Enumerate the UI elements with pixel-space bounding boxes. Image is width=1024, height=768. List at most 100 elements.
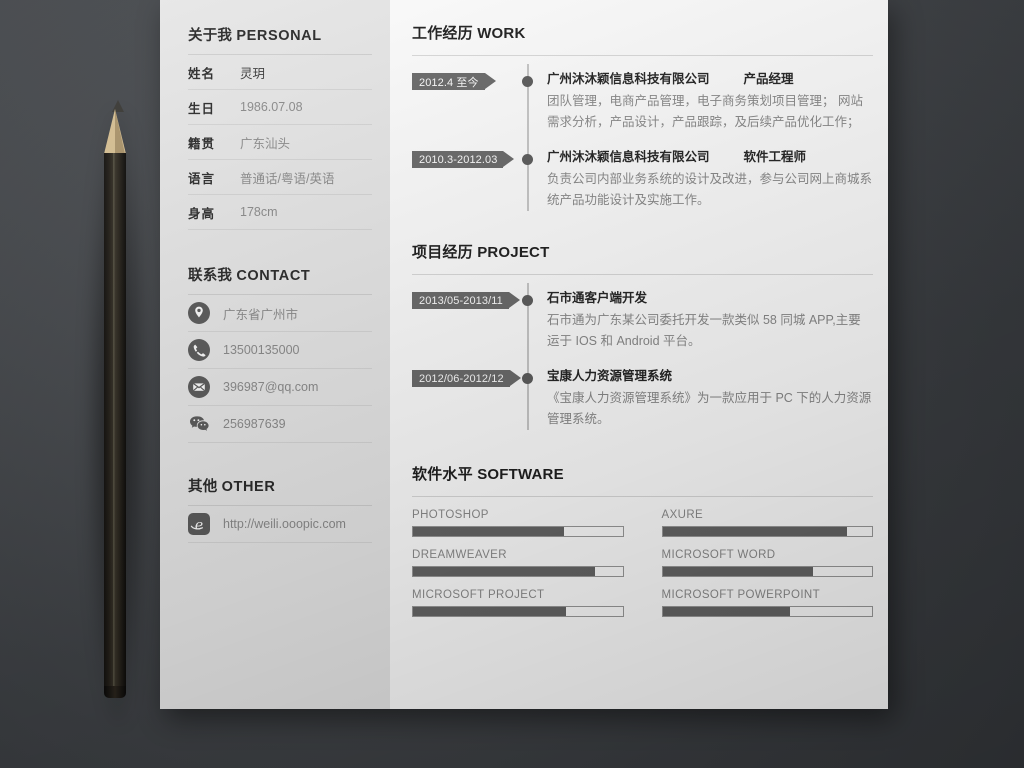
- timeline-organization: 石市通客户端开发: [547, 291, 648, 305]
- timeline-title-row: 广州沐沐颖信息科技有限公司 软件工程师: [547, 149, 873, 166]
- timeline-organization: 宝康人力资源管理系统: [547, 369, 673, 383]
- software-skill-fill: [413, 527, 564, 536]
- contact-info-list: 广东省广州市 13500135000 396987@qq.com 256987639: [188, 295, 372, 443]
- personal-info-row: 生日 1986.07.08: [188, 90, 372, 125]
- contact-section-heading: 联系我 CONTACT: [188, 230, 372, 285]
- personal-section-heading: 关于我 PERSONAL: [188, 0, 372, 45]
- resume-page: 关于我 PERSONAL 姓名 灵玥生日 1986.07.08 籍贯 广东汕头语言 普通话…: [160, 0, 888, 709]
- timeline-date-badge: 2013/05-2013/11: [412, 292, 520, 309]
- pencil-wood-shade: [115, 109, 125, 154]
- timeline-title-row: 广州沐沐颖信息科技有限公司 产品经理: [547, 71, 873, 88]
- contact-row[interactable]: 广东省广州市: [188, 295, 372, 332]
- personal-info-label: 籍贯: [188, 136, 216, 151]
- software-heading-cn: 软件水平: [412, 466, 473, 483]
- software-skill-name: AXURE: [661, 509, 704, 521]
- personal-info-value: 广东汕头: [240, 136, 291, 151]
- work-heading-cn: 工作经历: [412, 25, 473, 42]
- work-timeline: 2012.4 至今 广州沐沐颖信息科技有限公司 产品经理 团队管理，电商产品管理，电子…: [412, 56, 873, 211]
- contact-heading-en: CONTACT: [236, 268, 311, 284]
- software-skill-fill: [413, 567, 596, 576]
- personal-info-label: 语言: [188, 171, 216, 186]
- timeline-dot: [521, 295, 533, 306]
- work-heading-en: WORK: [477, 25, 526, 42]
- timeline-description: 负责公司内部业务系统的设计及改进，参与公司网上商城系统产品功能设计及实施工作。: [547, 172, 873, 207]
- software-skill-name: PHOTOSHOP: [412, 509, 489, 521]
- contact-row[interactable]: 256987639: [188, 406, 372, 443]
- software-skill-name: MICROSOFT PROJECT: [412, 589, 545, 601]
- other-row-value: http://weili.ooopic.com: [223, 517, 346, 531]
- timeline-date-badge: 2012.4 至今: [412, 73, 496, 90]
- personal-info-value: 178cm: [240, 205, 278, 219]
- timeline-role: 软件工程师: [743, 150, 807, 164]
- resume-main-column: 工作经历 WORK 2012.4 至今 广州沐沐颖信息科技有限公司 产品经理 团队管理…: [390, 0, 888, 709]
- project-section-heading: 项目经历 PROJECT: [412, 211, 873, 262]
- contact-row-value: 广东省广州市: [223, 307, 299, 322]
- timeline-description: 石市通为广东某公司委托开发一款类似 58 同城 APP,主要运于 IOS 和 A…: [547, 313, 861, 348]
- project-entry: 2012/06-2012/12 宝康人力资源管理系统《宝康人力资源管理系统》为一款…: [412, 368, 873, 430]
- contact-heading-cn: 联系我: [188, 268, 233, 284]
- personal-info-label: 身高: [188, 206, 216, 221]
- contact-row-value: 256987639: [223, 417, 286, 431]
- software-skill-bar: [412, 526, 624, 537]
- personal-info-value: 1986.07.08: [240, 100, 303, 114]
- resume-sidebar: 关于我 PERSONAL 姓名 灵玥生日 1986.07.08 籍贯 广东汕头语言 普通话…: [160, 0, 390, 709]
- work-section-heading: 工作经历 WORK: [412, 0, 873, 43]
- work-entry: 2012.4 至今 广州沐沐颖信息科技有限公司 产品经理团队管理，电商产品管理，电子…: [412, 71, 873, 149]
- software-skill-name: DREAMWEAVER: [412, 549, 507, 561]
- timeline-description: 《宝康人力资源管理系统》为一款应用于 PC 下的人力资源管理系统。: [547, 391, 872, 426]
- contact-row-value: 396987@qq.com: [223, 380, 319, 394]
- contact-row[interactable]: 13500135000: [188, 332, 372, 369]
- wechat-icon: [188, 413, 210, 435]
- personal-info-row: 籍贯 广东汕头: [188, 125, 372, 160]
- personal-info-label: 姓名: [188, 66, 216, 81]
- software-skill-item: AXURE: [661, 497, 873, 537]
- software-skill-fill: [662, 567, 814, 576]
- timeline-role: 产品经理: [743, 72, 794, 86]
- timeline-dot: [521, 76, 533, 87]
- pencil-body: [104, 153, 126, 695]
- software-skill-fill: [662, 607, 791, 616]
- envelope-icon: [188, 376, 210, 398]
- desk-background: 关于我 PERSONAL 姓名 灵玥生日 1986.07.08 籍贯 广东汕头语言 普通话…: [0, 0, 1024, 768]
- timeline-dot: [521, 373, 533, 384]
- software-skill-fill: [413, 607, 566, 616]
- personal-info-row: 语言 普通话/粤语/英语: [188, 160, 372, 195]
- contact-row[interactable]: 396987@qq.com: [188, 369, 372, 406]
- project-entry: 2013/05-2013/11 石市通客户端开发石市通为广东某公司委托开发一款类似…: [412, 290, 873, 368]
- pencil-decoration: [87, 100, 149, 725]
- timeline-date-badge: 2010.3-2012.03: [412, 151, 516, 168]
- svg-text:e: e: [195, 517, 203, 533]
- timeline-date-badge: 2012/06-2012/12: [412, 370, 521, 387]
- timeline-organization: 广州沐沐颖信息科技有限公司: [547, 150, 710, 164]
- software-skill-bar: [661, 566, 873, 577]
- timeline-dot: [521, 154, 533, 165]
- phone-icon: [188, 339, 210, 361]
- software-heading-en: SOFTWARE: [477, 466, 564, 483]
- software-skill-bar: [661, 606, 873, 617]
- pencil-end-cap: [104, 686, 126, 698]
- other-heading-en: OTHER: [221, 479, 276, 495]
- timeline-organization: 广州沐沐颖信息科技有限公司: [547, 72, 710, 86]
- other-heading-cn: 其他: [188, 479, 218, 495]
- software-skill-item: MICROSOFT PROJECT: [412, 577, 624, 617]
- project-heading-en: PROJECT: [477, 244, 550, 261]
- software-skill-bar: [412, 606, 624, 617]
- personal-info-row: 身高 178cm: [188, 195, 372, 230]
- software-skill-grid: PHOTOSHOP AXURE DREAMWEAVER MICROSOFT WORD M…: [412, 497, 873, 617]
- timeline-description: 团队管理，电商产品管理，电子商务策划项目管理； 网站需求分析，产品设计，产品跟踪…: [547, 94, 863, 129]
- personal-info-value: 普通话/粤语/英语: [240, 171, 335, 186]
- software-skill-item: MICROSOFT WORD: [661, 537, 873, 577]
- software-skill-name: MICROSOFT WORD: [661, 549, 776, 561]
- project-heading-cn: 项目经历: [412, 244, 473, 261]
- software-skill-item: MICROSOFT POWERPOINT: [661, 577, 873, 617]
- personal-info-value: 灵玥: [240, 66, 266, 81]
- internet-explorer-icon: e: [188, 513, 210, 535]
- personal-info-list: 姓名 灵玥生日 1986.07.08 籍贯 广东汕头语言 普通话/粤语/英语身高 178cm: [188, 55, 372, 230]
- other-row[interactable]: e http://weili.ooopic.com: [188, 506, 372, 543]
- software-section-heading: 软件水平 SOFTWARE: [412, 430, 873, 484]
- personal-info-label: 生日: [188, 101, 216, 116]
- timeline-title-row: 宝康人力资源管理系统: [547, 368, 873, 385]
- other-section-heading: 其他 OTHER: [188, 443, 372, 496]
- timeline-title-row: 石市通客户端开发: [547, 290, 873, 307]
- software-skill-name: MICROSOFT POWERPOINT: [661, 589, 821, 601]
